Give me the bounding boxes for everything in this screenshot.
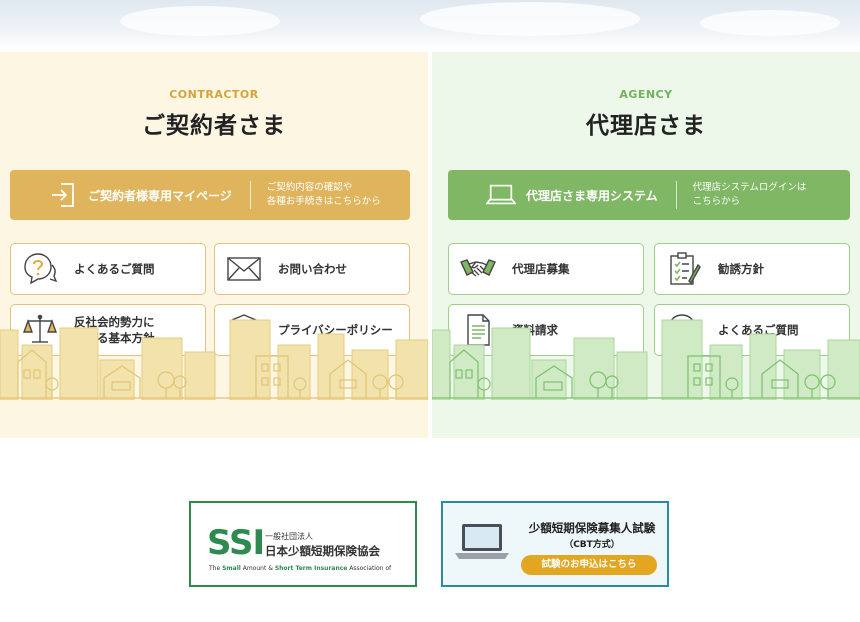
ssi-org-type: 一般社団法人	[265, 532, 313, 541]
ssi-en-short: Short Term Insurance	[274, 565, 348, 572]
contractor-title: ご契約者さま	[142, 113, 286, 139]
ssi-org-name: 日本少額短期保険協会	[265, 544, 380, 558]
ssi-en-prefix: The	[209, 565, 223, 572]
ssi-association-banner[interactable]: SSI 一般社団法人 日本少額短期保険協会 The Small Amount &…	[189, 501, 417, 587]
contractor-contact-button[interactable]: お問い合わせ	[214, 243, 410, 295]
cbt-exam-banner[interactable]: 少額短期保険募集人試験 （CBT方式） 試験のお申込はこちら	[441, 501, 669, 587]
contractor-contact-label: お問い合わせ	[278, 262, 347, 276]
contractor-faq-label: よくあるご質問	[74, 262, 155, 276]
agency-recruit-button[interactable]: 代理店募集	[448, 243, 644, 295]
ssi-en-small: Small	[222, 565, 241, 572]
contractor-mypage-desc: ご契約内容の確認や 各種お手続きはこちらから	[266, 182, 381, 207]
laptop-icon	[486, 180, 516, 210]
cloud	[420, 2, 640, 36]
divider	[249, 181, 251, 209]
ssi-logo-text: SSI	[207, 523, 265, 563]
cbt-exam-subtitle: （CBT方式）	[564, 540, 620, 550]
cloud	[120, 6, 280, 36]
contractor-mypage-label: ご契約者様専用マイページ	[88, 188, 232, 203]
agency-eyebrow: AGENCY	[619, 88, 673, 101]
mail-envelope-icon	[224, 249, 264, 289]
agency-panel: AGENCY 代理店さま 代理店さま専用システム 代理店システムログインは こち…	[432, 52, 860, 438]
handshake-icon	[458, 249, 498, 289]
cloud	[700, 10, 840, 36]
agency-system-button[interactable]: 代理店さま専用システム 代理店システムログインは こちらから	[448, 170, 850, 220]
ssi-logo: SSI	[207, 523, 265, 563]
header-sky-background	[0, 0, 860, 50]
town-illustration	[0, 319, 428, 400]
faq-question-icon	[20, 249, 60, 289]
login-icon	[48, 180, 78, 210]
agency-system-desc: 代理店システムログインは こちらから	[692, 182, 807, 207]
cbt-exam-title: 少額短期保険募集人試験	[528, 521, 656, 535]
ssi-en-suffix: Association of	[347, 565, 392, 572]
ssi-en-mid: Amount &	[240, 565, 275, 572]
contractor-eyebrow: CONTRACTOR	[169, 88, 259, 101]
agency-system-label: 代理店さま専用システム	[526, 188, 658, 203]
contractor-faq-button[interactable]: よくあるご質問	[10, 243, 206, 295]
cbt-apply-button[interactable]: 試験のお申込はこちら	[521, 555, 657, 575]
divider	[675, 181, 677, 209]
laptop-icon	[455, 524, 509, 559]
agency-title: 代理店さま	[586, 113, 706, 139]
agency-recruit-label: 代理店募集	[512, 262, 570, 276]
contractor-panel: CONTRACTOR ご契約者さま ご契約者様専用マイページ ご契約内容の確認や…	[0, 52, 428, 438]
checklist-icon	[664, 249, 704, 289]
contractor-mypage-button[interactable]: ご契約者様専用マイページ ご契約内容の確認や 各種お手続きはこちらから	[10, 170, 410, 220]
town-illustration	[432, 319, 860, 400]
ssi-english-name: The Small Amount & Short Term Insurance …	[209, 565, 391, 572]
agency-solicitation-policy-label: 勧誘方針	[718, 262, 764, 276]
agency-solicitation-policy-button[interactable]: 勧誘方針	[654, 243, 850, 295]
